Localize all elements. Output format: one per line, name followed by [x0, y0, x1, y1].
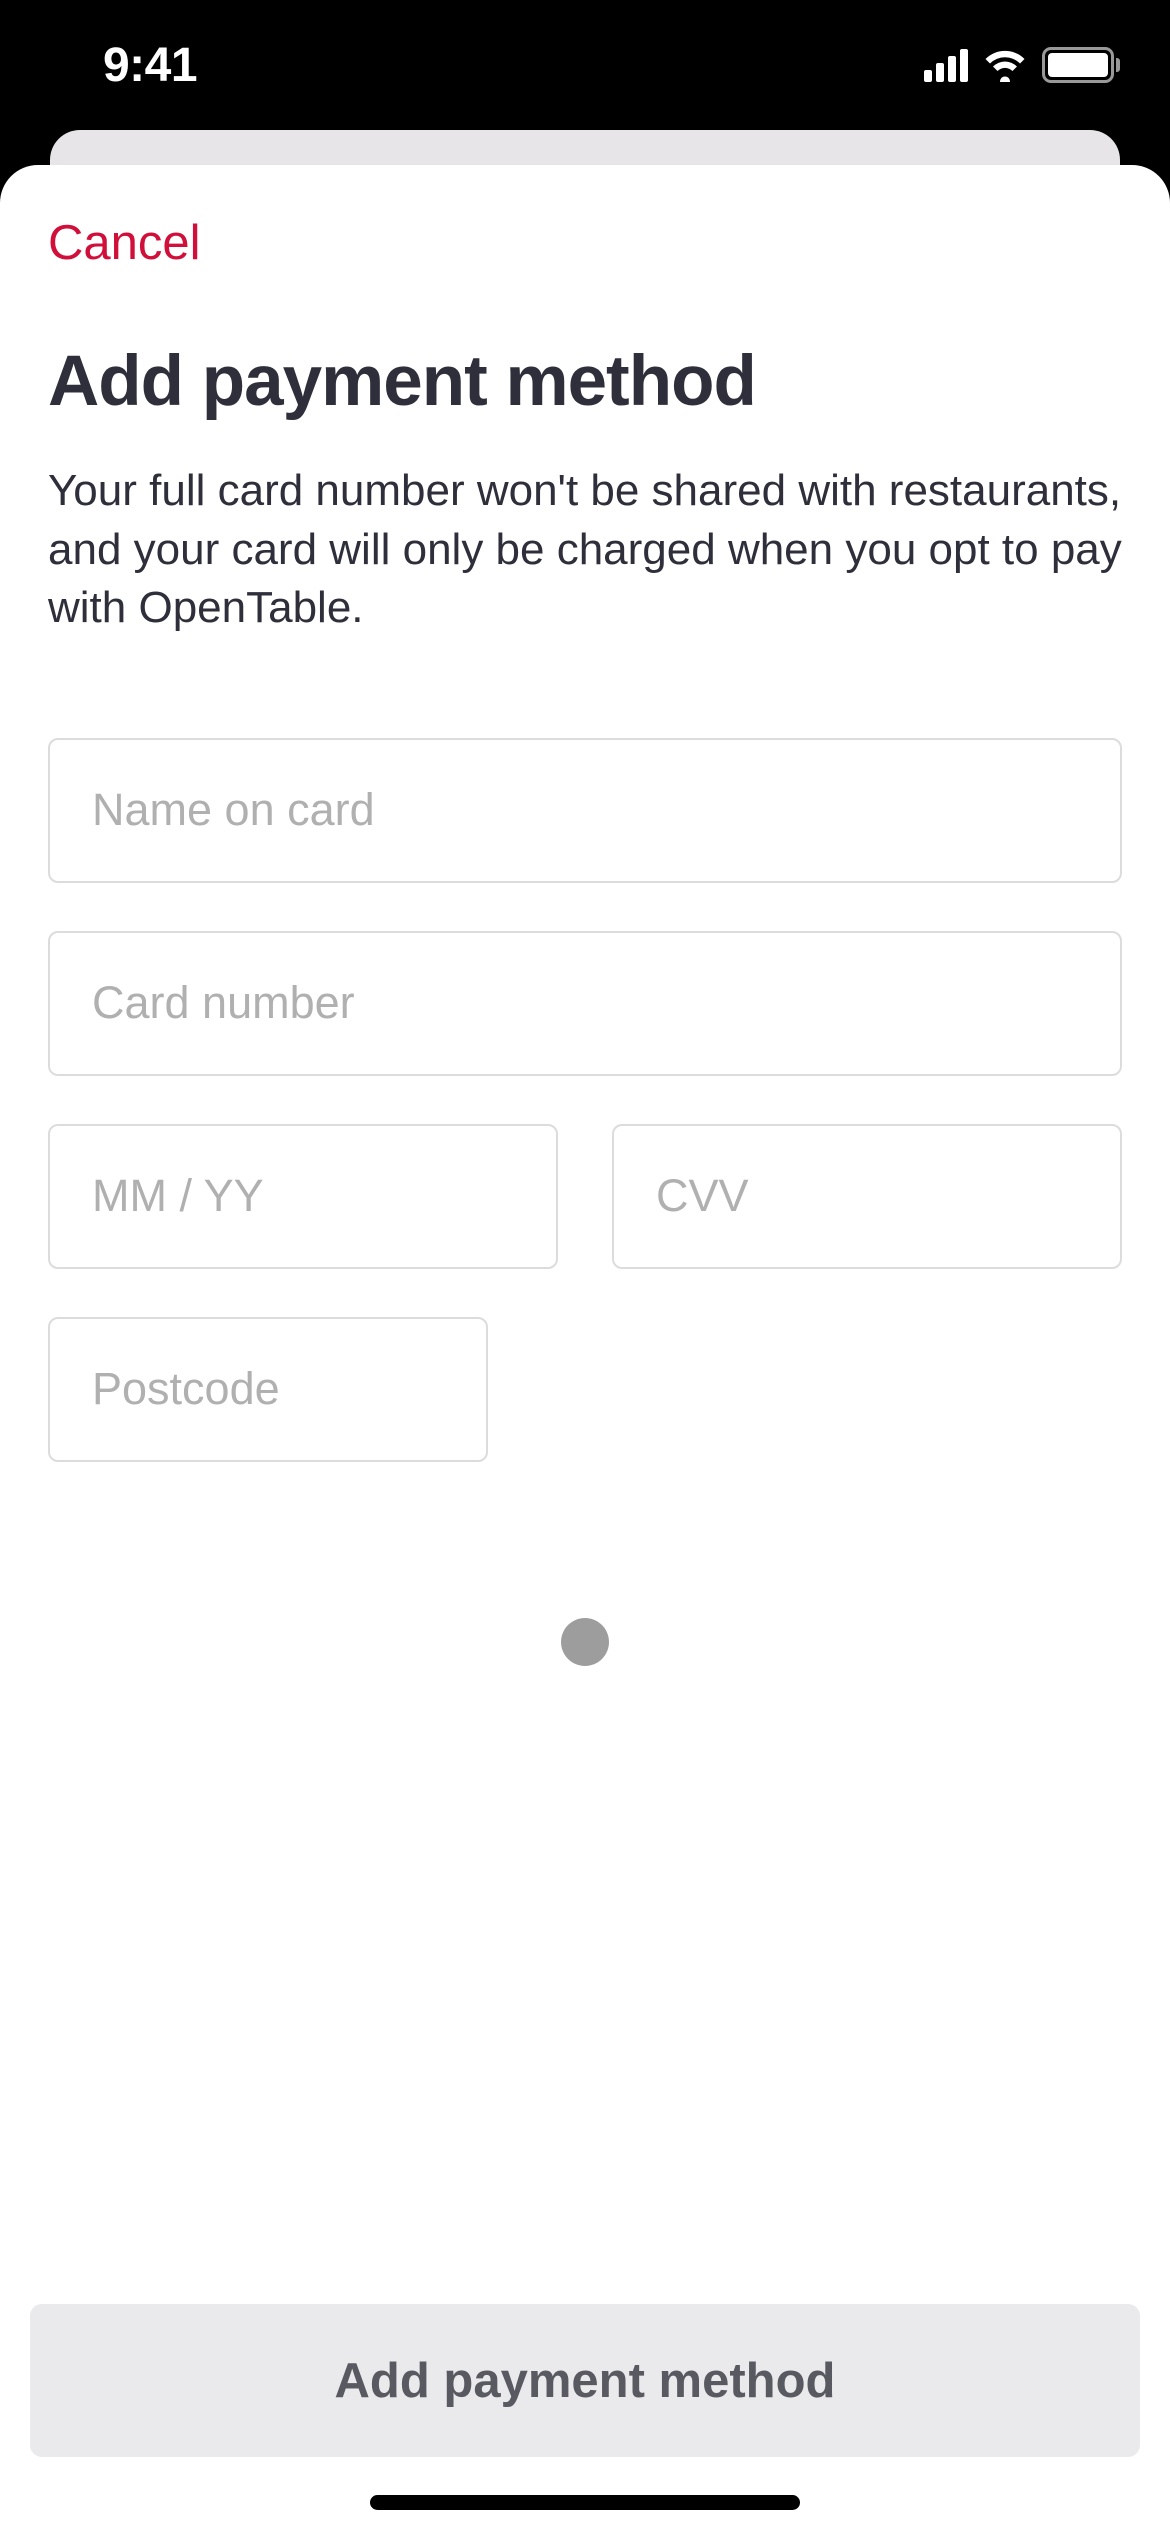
- status-time: 9:41: [0, 38, 300, 93]
- page-title: Add payment method: [48, 341, 1122, 422]
- expiry-cvv-row: [48, 1124, 1122, 1269]
- card-number-input[interactable]: [48, 931, 1122, 1076]
- postcode-row: [48, 1317, 1122, 1462]
- expiry-input[interactable]: [48, 1124, 558, 1269]
- submit-area: Add payment method: [30, 2304, 1140, 2457]
- cellular-signal-icon: [924, 48, 968, 82]
- page-description: Your full card number won't be shared wi…: [48, 462, 1122, 638]
- home-indicator[interactable]: [370, 2495, 800, 2510]
- battery-icon: [1042, 47, 1120, 83]
- cancel-button[interactable]: Cancel: [48, 215, 201, 271]
- cvv-input[interactable]: [612, 1124, 1122, 1269]
- name-on-card-input[interactable]: [48, 738, 1122, 883]
- postcode-input[interactable]: [48, 1317, 488, 1462]
- device-frame: 9:41 Cancel Add payment method Your fu: [0, 0, 1170, 2532]
- status-icons: [924, 47, 1120, 83]
- payment-form: [48, 738, 1122, 1462]
- loading-indicator-icon: [561, 1618, 609, 1666]
- wifi-icon: [982, 48, 1028, 82]
- add-payment-method-button[interactable]: Add payment method: [30, 2304, 1140, 2457]
- status-bar: 9:41: [0, 0, 1170, 130]
- modal-sheet: Cancel Add payment method Your full card…: [0, 165, 1170, 2532]
